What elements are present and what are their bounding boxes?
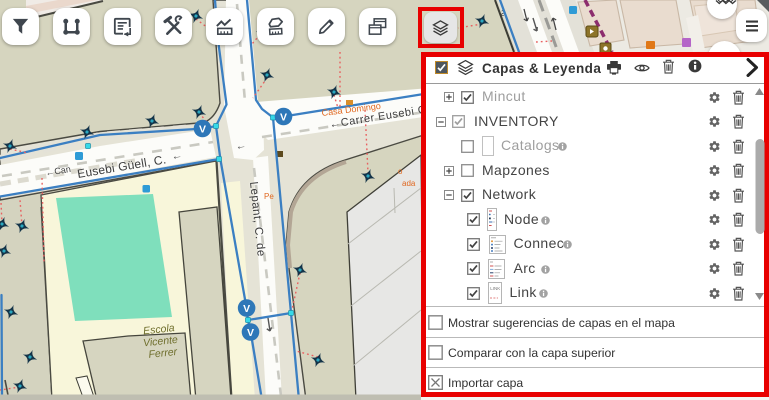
- svg-text:←: ←: [170, 149, 183, 163]
- svg-text:←: ←: [234, 139, 247, 153]
- svg-text:o: o: [398, 167, 403, 176]
- svg-text:LINK: LINK: [490, 286, 500, 291]
- svg-text:V: V: [199, 123, 206, 135]
- svg-text:V: V: [280, 111, 287, 123]
- svg-text:V: V: [243, 303, 250, 315]
- svg-text:ada: ada: [402, 179, 416, 188]
- svg-text:V: V: [247, 327, 254, 339]
- svg-text:Pe: Pe: [264, 192, 274, 201]
